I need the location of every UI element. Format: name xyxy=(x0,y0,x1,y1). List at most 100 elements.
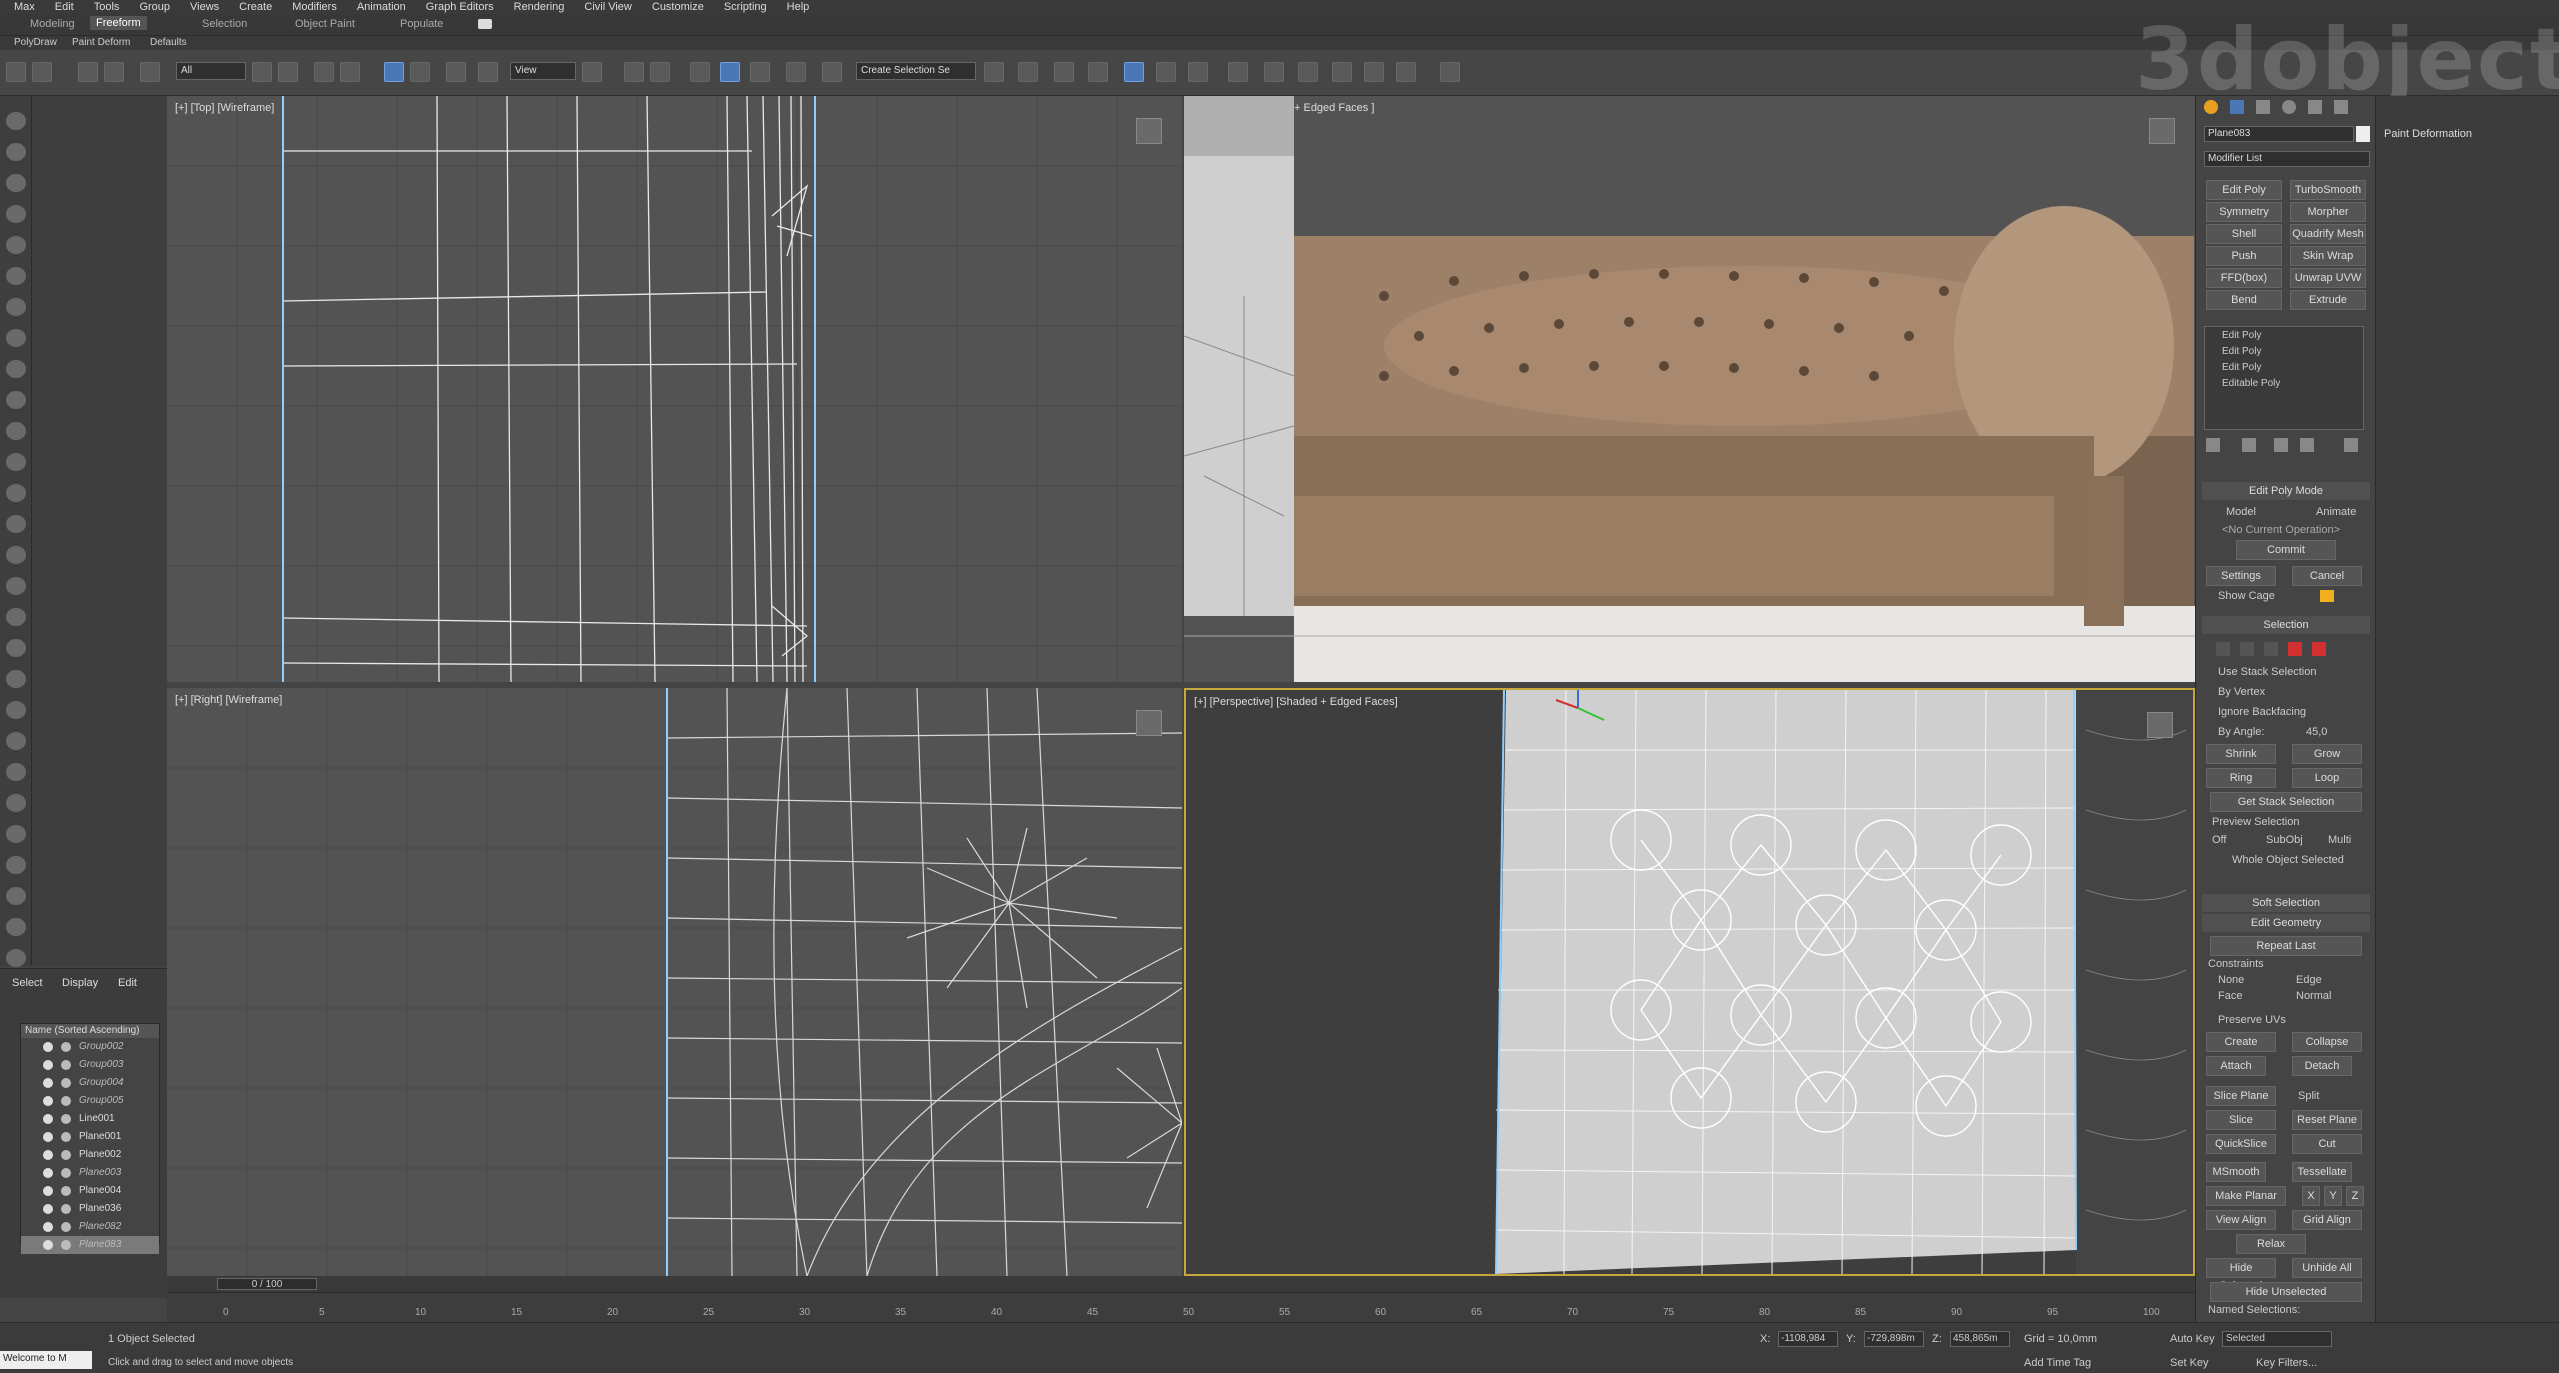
viewport-right-label[interactable]: [+] [Right] [Wireframe] xyxy=(175,694,282,706)
remove-modifier-icon[interactable] xyxy=(2300,438,2314,452)
visibility-icon[interactable] xyxy=(43,1240,53,1250)
paint-deform-tab[interactable]: Paint Deform xyxy=(72,37,130,48)
menu-animation[interactable]: Animation xyxy=(347,0,416,14)
key-mode-dropdown[interactable]: Selected xyxy=(2222,1331,2332,1347)
slice-plane-button[interactable]: Slice Plane xyxy=(2206,1086,2276,1106)
scene-explorer-icon[interactable] xyxy=(1124,62,1144,82)
section-icon[interactable] xyxy=(6,918,26,936)
constraint-face-radio[interactable]: Face xyxy=(2218,990,2242,1002)
auto-key-button[interactable]: Auto Key xyxy=(2170,1333,2215,1345)
menu-civil-view[interactable]: Civil View xyxy=(574,0,641,14)
reset-plane-button[interactable]: Reset Plane xyxy=(2292,1110,2362,1130)
viewcube-icon[interactable] xyxy=(2149,118,2175,144)
make-unique-icon[interactable] xyxy=(2274,438,2288,452)
question-icon[interactable] xyxy=(6,949,26,967)
hide-selected-button[interactable]: Hide Selected xyxy=(2206,1258,2276,1292)
modifier-button-extrude[interactable]: Extrude xyxy=(2290,290,2366,310)
preview-subobj-radio[interactable]: SubObj xyxy=(2266,834,2303,846)
viewcube-icon[interactable] xyxy=(1136,118,1162,144)
selection-rollout[interactable]: Selection xyxy=(2202,616,2370,634)
stack-item[interactable]: Edit Poly xyxy=(2222,330,2261,341)
ribbon-tab-populate[interactable]: Populate xyxy=(400,18,443,30)
commit-button[interactable]: Commit xyxy=(2236,540,2336,560)
select-rotate-icon[interactable] xyxy=(410,62,430,82)
modifier-button-skin-wrap[interactable]: Skin Wrap xyxy=(2290,246,2366,266)
menu-create[interactable]: Create xyxy=(229,0,282,14)
viewport-right[interactable]: [+] [Right] [Wireframe] xyxy=(167,688,1182,1276)
visibility-icon[interactable] xyxy=(43,1222,53,1232)
planar-z-button[interactable]: Z xyxy=(2346,1186,2364,1206)
scene-item[interactable]: Group004 xyxy=(21,1074,159,1092)
pyramid-icon[interactable] xyxy=(6,608,26,626)
ribbon-tab-modeling[interactable]: Modeling xyxy=(30,18,75,30)
torus-icon[interactable] xyxy=(6,453,26,471)
viewport-persp-label[interactable]: [+] [Perspective] [Shaded + Edged Faces] xyxy=(1194,696,1398,708)
layer-explorer-icon[interactable] xyxy=(1054,62,1074,82)
viewport-top-label[interactable]: [+] [Top] [Wireframe] xyxy=(175,102,274,114)
placement-icon[interactable] xyxy=(478,62,498,82)
planar-x-button[interactable]: X xyxy=(2302,1186,2320,1206)
create-geometry-icon[interactable] xyxy=(6,143,26,161)
viewport-top[interactable]: [+] [Top] [Wireframe] xyxy=(167,96,1182,682)
scene-item[interactable]: Group005 xyxy=(21,1092,159,1110)
attach-button[interactable]: Attach xyxy=(2206,1056,2266,1076)
maxscript-listener[interactable]: Welcome to M xyxy=(0,1351,92,1369)
use-stack-selection-checkbox[interactable]: Use Stack Selection xyxy=(2218,666,2316,678)
visibility-icon[interactable] xyxy=(43,1114,53,1124)
key-filters-button[interactable]: Key Filters... xyxy=(2256,1357,2317,1369)
by-vertex-checkbox[interactable]: By Vertex xyxy=(2218,686,2265,698)
systems-icon[interactable] xyxy=(6,329,26,347)
render-frame-icon[interactable] xyxy=(1332,62,1352,82)
border-subobj-icon[interactable] xyxy=(2264,642,2278,656)
y-coordinate-field[interactable]: -729,898m xyxy=(1864,1331,1924,1347)
soft-selection-rollout[interactable]: Soft Selection xyxy=(2202,894,2370,912)
split-checkbox[interactable]: Split xyxy=(2298,1090,2319,1102)
unhide-all-button[interactable]: Unhide All xyxy=(2292,1258,2362,1278)
visibility-icon[interactable] xyxy=(43,1186,53,1196)
modifier-button-quadrify-mesh[interactable]: Quadrify Mesh xyxy=(2290,224,2366,244)
visibility-icon[interactable] xyxy=(43,1060,53,1070)
preserve-uvs-checkbox[interactable]: Preserve UVs xyxy=(2218,1014,2286,1026)
model-radio[interactable]: Model xyxy=(2226,506,2256,518)
plane-icon[interactable] xyxy=(6,639,26,657)
modifier-button-turbosmooth[interactable]: TurboSmooth xyxy=(2290,180,2366,200)
viewcube-icon[interactable] xyxy=(2147,712,2173,738)
modifier-list-dropdown[interactable]: Modifier List xyxy=(2204,151,2370,167)
ribbon-tab-selection[interactable]: Selection xyxy=(202,18,247,30)
geosphere-icon[interactable] xyxy=(6,546,26,564)
arc-icon[interactable] xyxy=(6,763,26,781)
ignore-backfacing-checkbox[interactable]: Ignore Backfacing xyxy=(2218,706,2306,718)
cancel-button[interactable]: Cancel xyxy=(2292,566,2362,586)
scene-item[interactable]: Group002 xyxy=(21,1038,159,1056)
sphere-icon[interactable] xyxy=(6,391,26,409)
cone-icon[interactable] xyxy=(6,515,26,533)
menu-modifiers[interactable]: Modifiers xyxy=(282,0,347,14)
edit-poly-mode-rollout[interactable]: Edit Poly Mode xyxy=(2202,482,2370,500)
modify-tab-icon[interactable] xyxy=(2230,100,2244,114)
helix-icon[interactable] xyxy=(6,856,26,874)
circle-icon[interactable] xyxy=(6,732,26,750)
select-object-icon[interactable] xyxy=(252,62,272,82)
object-color-swatch[interactable] xyxy=(2356,126,2370,142)
curve-editor-icon[interactable] xyxy=(1188,62,1208,82)
ngon-icon[interactable] xyxy=(6,794,26,812)
planar-y-button[interactable]: Y xyxy=(2324,1186,2342,1206)
detach-button[interactable]: Detach xyxy=(2292,1056,2352,1076)
scene-list-header[interactable]: Name (Sorted Ascending) xyxy=(21,1024,159,1038)
defaults-tab[interactable]: Defaults xyxy=(150,37,187,48)
ribbon-toggle-icon[interactable] xyxy=(478,19,492,29)
grow-button[interactable]: Grow xyxy=(2292,744,2362,764)
viewport-front[interactable]: + Edged Faces ] xyxy=(1184,96,2195,682)
animate-radio[interactable]: Animate xyxy=(2316,506,2356,518)
layer-manager-icon[interactable] xyxy=(1088,62,1108,82)
material-editor-icon[interactable] xyxy=(1264,62,1284,82)
menu-help[interactable]: Help xyxy=(777,0,820,14)
modifier-button-bend[interactable]: Bend xyxy=(2206,290,2282,310)
visibility-icon[interactable] xyxy=(43,1168,53,1178)
create-button[interactable]: Create xyxy=(2206,1032,2276,1052)
select-move-icon[interactable] xyxy=(384,62,404,82)
align-icon[interactable] xyxy=(1018,62,1038,82)
egg-icon[interactable] xyxy=(6,887,26,905)
mirror-icon[interactable] xyxy=(984,62,1004,82)
ring-button[interactable]: Ring xyxy=(2206,768,2276,788)
